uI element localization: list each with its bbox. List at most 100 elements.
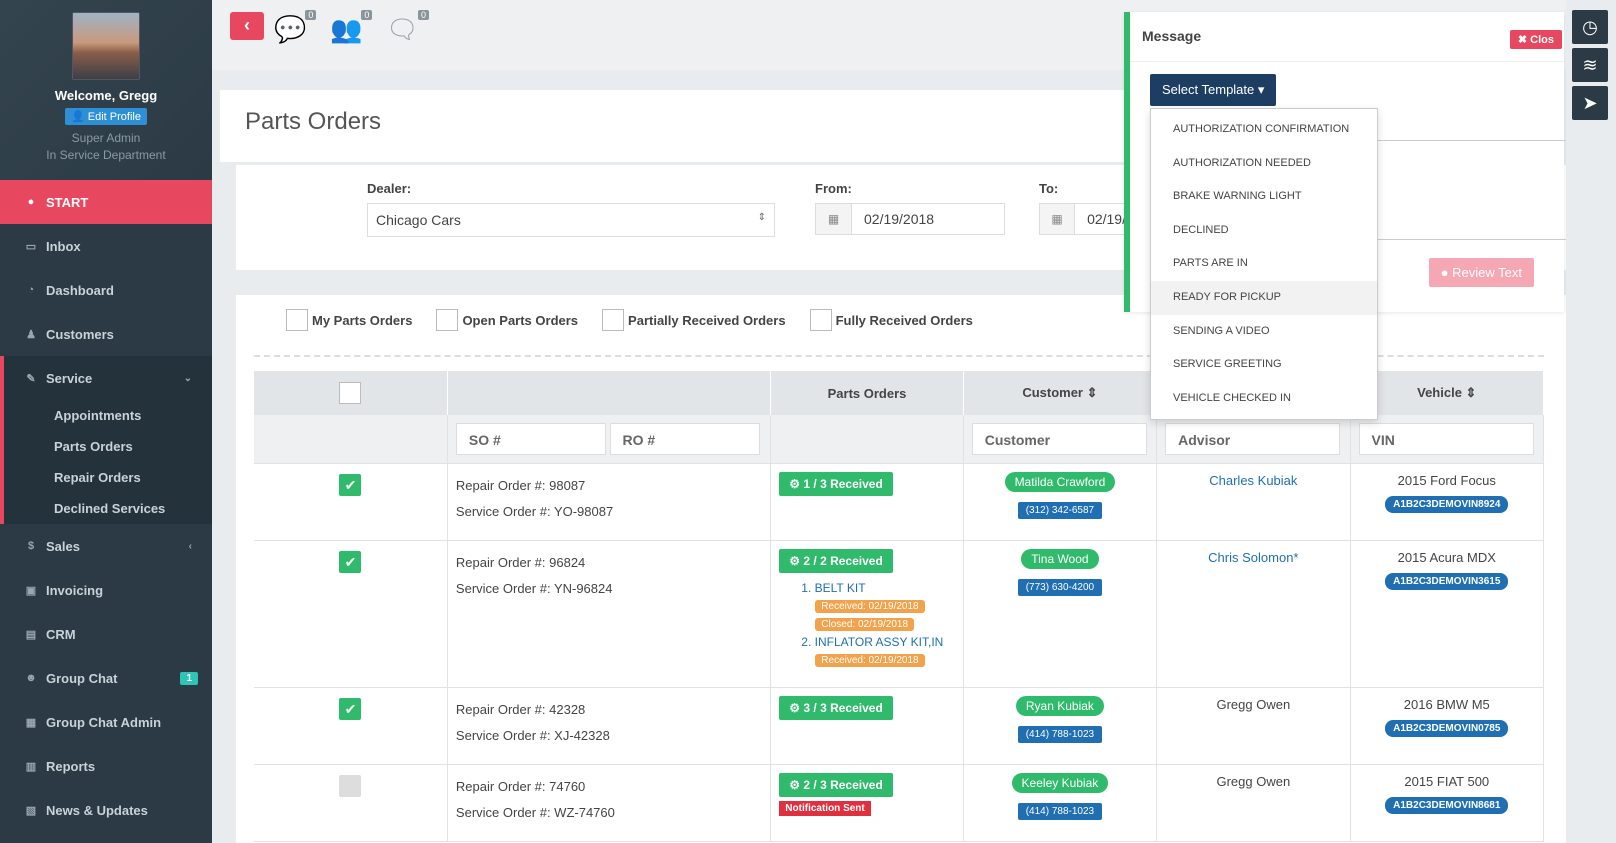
avatar[interactable]: [72, 12, 140, 80]
part-link[interactable]: 2. INFLATOR ASSY KIT,IN: [771, 633, 962, 651]
vin-tag[interactable]: A1B2C3DEMOVIN8924: [1385, 495, 1509, 513]
calendar-icon[interactable]: ▦: [1040, 204, 1076, 234]
template-option[interactable]: AUTHORIZATION NEEDED: [1151, 147, 1377, 181]
customer-name-tag[interactable]: Keeley Kubiak: [1011, 772, 1109, 793]
layers-icon[interactable]: ≋: [1572, 48, 1608, 82]
sidebar-item-crm[interactable]: ▤ CRM: [0, 612, 212, 656]
partially-received-checkbox[interactable]: Partially Received Orders: [602, 309, 786, 331]
customer-filter-input[interactable]: Customer: [971, 422, 1147, 455]
checkbox[interactable]: [809, 309, 832, 331]
sidebar-subitem-declined-services[interactable]: Declined Services: [4, 493, 212, 524]
vin-tag[interactable]: A1B2C3DEMOVIN3615: [1385, 572, 1509, 590]
received-status-button[interactable]: ⚙ 2 / 2 Received: [779, 548, 893, 573]
customer-name-tag[interactable]: Ryan Kubiak: [1015, 695, 1104, 716]
checkbox[interactable]: [602, 309, 625, 331]
clock-icon[interactable]: ◷: [1572, 10, 1608, 44]
fully-received-checkbox[interactable]: Fully Received Orders: [809, 309, 973, 331]
from-date-input[interactable]: ▦ 02/19/2018: [815, 203, 1005, 235]
row-select-cell: [254, 764, 448, 842]
sidebar-subitem-repair-orders[interactable]: Repair Orders: [4, 462, 212, 493]
dealer-select[interactable]: Chicago Cars ⇕: [367, 203, 775, 237]
template-option[interactable]: SERVICE GREETING: [1151, 348, 1377, 382]
messages-icon[interactable]: 💬 0: [274, 10, 317, 45]
table-row[interactable]: ✔ Repair Order #: 42328 Service Order #: …: [254, 687, 1545, 765]
checkbox[interactable]: [286, 309, 308, 331]
back-button[interactable]: ‹: [230, 12, 264, 40]
sidebar-item-dashboard[interactable]: ◔ Dashboard: [0, 268, 212, 312]
review-text-button[interactable]: ● Review Text: [1428, 258, 1534, 287]
customer-name-tag[interactable]: Matilda Crawford: [1004, 471, 1116, 492]
row-checkbox-checked[interactable]: ✔: [339, 697, 362, 720]
sidebar-item-reports[interactable]: ▥ Reports: [0, 744, 212, 788]
sidebar-item-group-chat[interactable]: ☻ Group Chat 1: [0, 656, 212, 700]
phone-tag[interactable]: (414) 788-1023: [1017, 725, 1103, 743]
sidebar-subitem-appointments[interactable]: Appointments: [4, 400, 212, 431]
open-parts-orders-checkbox[interactable]: Open Parts Orders: [436, 309, 578, 331]
my-parts-orders-checkbox[interactable]: My Parts Orders: [286, 309, 412, 331]
chats-icon[interactable]: 🗨 0: [386, 10, 430, 45]
row-checkbox-checked[interactable]: ✔: [339, 473, 362, 496]
template-option[interactable]: DECLINED: [1151, 214, 1377, 248]
vehicle-header[interactable]: Vehicle ⇕: [1350, 371, 1545, 415]
vehicle-name: 2015 Acura MDX: [1397, 549, 1496, 565]
profile-card: Welcome, Gregg 👤 Edit Profile Super Admi…: [0, 0, 212, 180]
phone-tag[interactable]: (312) 342-6587: [1017, 501, 1103, 519]
edit-profile-button[interactable]: 👤 Edit Profile: [65, 108, 147, 125]
received-status-button[interactable]: ⚙ 2 / 3 Received: [779, 772, 893, 797]
advisor-filter-input[interactable]: Advisor: [1165, 422, 1341, 455]
sidebar-item-sales[interactable]: $ Sales ‹: [0, 524, 212, 568]
select-all-checkbox[interactable]: [339, 382, 362, 404]
parts-cell: ⚙ 3 / 3 Received: [770, 687, 964, 765]
sidebar-item-service[interactable]: ✎ Service ⌄: [0, 356, 212, 400]
template-option-hovered[interactable]: READY FOR PICKUP: [1151, 280, 1377, 315]
checkbox[interactable]: [436, 309, 459, 331]
message-textarea[interactable]: [1370, 140, 1570, 240]
sidebar-item-label: News & Updates: [46, 802, 148, 818]
received-status-button[interactable]: ⚙ 1 / 3 Received: [779, 471, 893, 496]
ro-filter-input[interactable]: RO #: [609, 422, 760, 455]
send-icon[interactable]: ➤: [1572, 86, 1608, 120]
part-link[interactable]: 1. BELT KIT: [771, 579, 962, 597]
order-cell: Repair Order #: 96824 Service Order #: YN…: [447, 540, 772, 688]
so-filter-input[interactable]: SO #: [455, 422, 606, 455]
welcome-text: Welcome, Gregg: [54, 88, 158, 103]
from-date-value: 02/19/2018: [864, 211, 935, 227]
row-checkbox-disabled[interactable]: [339, 774, 362, 797]
vin-filter-input[interactable]: VIN: [1358, 422, 1534, 455]
sidebar-item-inbox[interactable]: ▭ Inbox: [0, 224, 212, 268]
table-row[interactable]: Repair Order #: 74760 Service Order #: WZ…: [254, 764, 1545, 842]
vin-tag[interactable]: A1B2C3DEMOVIN0785: [1385, 719, 1509, 737]
template-option[interactable]: BRAKE WARNING LIGHT: [1151, 180, 1377, 214]
customer-name-tag[interactable]: Tina Wood: [1021, 548, 1099, 569]
vehicle-cell: 2015 FIAT 500 A1B2C3DEMOVIN8681: [1350, 764, 1545, 842]
template-option[interactable]: SENDING A VIDEO: [1151, 315, 1377, 349]
repair-order-number: Repair Order #: 96824: [455, 554, 586, 570]
vin-tag[interactable]: A1B2C3DEMOVIN8681: [1385, 796, 1509, 814]
sidebar-item-news[interactable]: ▧ News & Updates: [0, 788, 212, 832]
row-select-cell: ✔: [254, 463, 448, 541]
advisor-link[interactable]: Chris Solomon*: [1208, 550, 1298, 565]
group-count: 0: [361, 10, 373, 20]
received-status-button[interactable]: ⚙ 3 / 3 Received: [779, 695, 893, 720]
close-button[interactable]: ✖ Clos: [1509, 30, 1562, 49]
select-template-button[interactable]: Select Template ▾: [1150, 74, 1277, 106]
template-option[interactable]: PARTS ARE IN: [1151, 247, 1377, 281]
phone-tag[interactable]: (773) 630-4200: [1017, 578, 1103, 596]
template-option[interactable]: AUTHORIZATION CONFIRMATION: [1151, 113, 1377, 147]
sidebar-item-start[interactable]: ● START: [0, 180, 212, 224]
customer-header[interactable]: Customer ⇕: [963, 371, 1158, 415]
table-row[interactable]: ✔ Repair Order #: 98087 Service Order #: …: [254, 463, 1545, 541]
template-option[interactable]: VEHICLE CHECKED IN: [1151, 382, 1377, 416]
phone-tag[interactable]: (414) 788-1023: [1017, 802, 1103, 820]
group-icon[interactable]: 👥 0: [330, 10, 373, 45]
sidebar-subitem-parts-orders[interactable]: Parts Orders: [4, 431, 212, 462]
calendar-icon[interactable]: ▦: [816, 204, 852, 234]
row-checkbox-checked[interactable]: ✔: [339, 550, 362, 573]
sidebar-item-invoicing[interactable]: ▣ Invoicing: [0, 568, 212, 612]
service-order-number: Service Order #: WZ-74760: [455, 804, 615, 820]
advisor-link[interactable]: Charles Kubiak: [1209, 473, 1297, 488]
sidebar-item-group-chat-admin[interactable]: ▦ Group Chat Admin: [0, 700, 212, 744]
table-row[interactable]: ✔ Repair Order #: 96824 Service Order #: …: [254, 540, 1545, 688]
customer-cell: Matilda Crawford (312) 342-6587: [963, 463, 1158, 541]
sidebar-item-customers[interactable]: ♟ Customers: [0, 312, 212, 356]
